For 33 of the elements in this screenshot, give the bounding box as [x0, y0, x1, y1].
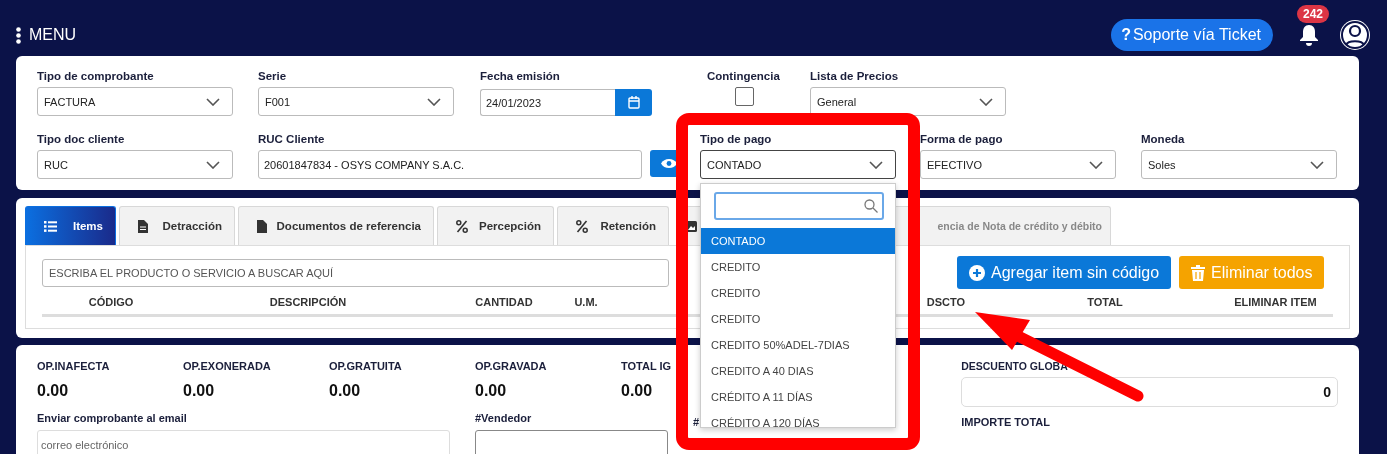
field-label: Tipo de pago	[700, 133, 773, 145]
field-label: Lista de Precios	[810, 70, 900, 82]
total-label: OP.GRAVADA	[475, 360, 547, 372]
column-header: TOTAL	[1086, 296, 1124, 308]
total-value: 0.00	[621, 382, 653, 400]
field-label: Moneda	[1141, 133, 1186, 145]
field-label: Fecha emisión	[480, 70, 561, 82]
field-label: Forma de pago	[920, 133, 1004, 145]
total-value: 0.00	[329, 382, 361, 400]
column-header: CÓDIGO	[87, 296, 135, 308]
total-label: OP.GRATUITA	[329, 360, 402, 372]
field-label: Serie	[258, 70, 288, 82]
total-label: OP.INAFECTA	[37, 360, 110, 372]
column-header: DSCTO	[925, 296, 967, 308]
field-label: DESCUENTO GLOBA	[961, 360, 1068, 372]
column-header: U.M.	[573, 296, 599, 308]
column-header: CANTIDAD	[474, 296, 534, 308]
total-value: 0.00	[37, 382, 69, 400]
total-label: OP.EXONERADA	[183, 360, 271, 372]
field-label: Contingencia	[707, 70, 781, 82]
total-label: TOTAL IG	[621, 360, 672, 372]
field-label: Enviar comprobante al email	[37, 412, 187, 424]
total-value: 0.00	[183, 382, 215, 400]
total-value: 0.00	[475, 382, 507, 400]
notification-badge: 242	[1297, 5, 1330, 23]
field-label: #	[693, 416, 700, 428]
column-header: ELIMINAR ITEM	[1233, 296, 1318, 308]
field-label: Tipo doc cliente	[37, 133, 126, 145]
column-header: DESCRIPCIÓN	[268, 296, 348, 308]
field-label: RUC Cliente	[258, 133, 326, 145]
field-label: #Vendedor	[475, 412, 532, 424]
field-label: Tipo de comprobante	[37, 70, 155, 82]
total-label: IMPORTE TOTAL	[961, 416, 1050, 428]
